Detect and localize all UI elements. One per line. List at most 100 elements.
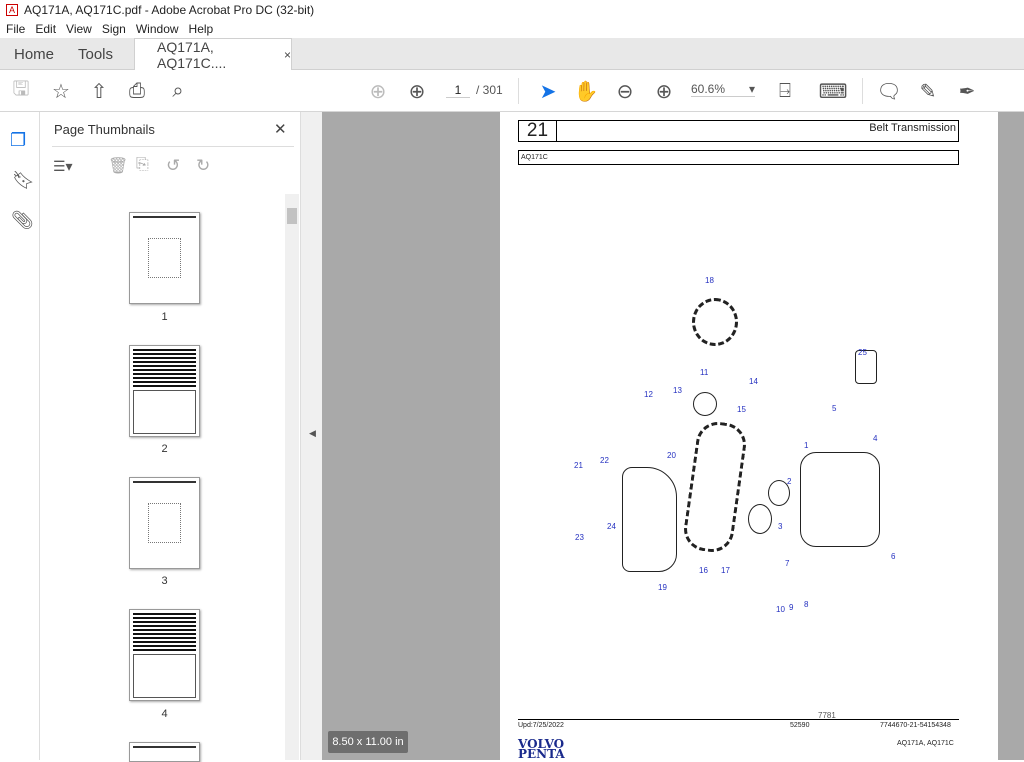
thumbnail-label: 1 (161, 311, 168, 323)
part-label: 21 (574, 461, 583, 470)
thumbnail-page-3[interactable] (129, 477, 200, 569)
previous-page-icon[interactable]: ⊕ (365, 78, 391, 104)
highlight-pen-icon[interactable]: ✎ (915, 78, 941, 104)
thumbnail-scrollbar[interactable] (285, 194, 299, 760)
acrobat-logo-icon: A (6, 4, 18, 16)
zoom-out-icon[interactable]: ⊖ (612, 78, 638, 104)
bookmark-icon[interactable]: 🔖︎ (12, 170, 35, 191)
pdf-page: 21 Belt Transmission AQ171C 18 25 11 12 … (500, 112, 998, 760)
part-label: 1 (804, 441, 809, 450)
hand-tool-icon[interactable]: ✋ (573, 78, 599, 104)
tensioner-part (693, 392, 717, 416)
part-label: 23 (575, 533, 584, 542)
part-label: 13 (673, 386, 682, 395)
part-label: 4 (873, 434, 878, 443)
print-icon[interactable]: ⎙ (124, 78, 150, 104)
menu-sign[interactable]: Sign (102, 22, 126, 36)
housing-part (800, 452, 880, 547)
part-label: 7 (785, 559, 790, 568)
thumbnail-label: 3 (161, 575, 168, 587)
left-navigation: ❐ 🔖︎ 📎︎ (0, 112, 40, 760)
search-icon[interactable]: ⌕ (165, 78, 191, 104)
tab-document-label: AQ171A, AQ171C.... (157, 39, 227, 71)
rotate-left-icon[interactable]: ↺ (166, 156, 180, 176)
menu-help[interactable]: Help (189, 22, 214, 36)
part-label: 24 (607, 522, 616, 531)
thumbnail-page-5[interactable] (129, 742, 200, 762)
window-title: AQ171A, AQ171C.pdf - Adobe Acrobat Pro D… (24, 3, 315, 17)
part-label: 17 (721, 566, 730, 575)
menu-view[interactable]: View (66, 22, 92, 36)
part-label: 25 (858, 348, 867, 357)
save-icon[interactable]: 🖫 (8, 78, 34, 104)
part-label: 5 (832, 404, 837, 413)
exploded-diagram: 18 25 11 12 13 14 15 5 1 4 20 21 22 2 24… (500, 112, 998, 760)
part-label: 15 (737, 405, 746, 414)
rotate-right-icon[interactable]: ↻ (196, 156, 210, 176)
zoom-in-icon[interactable]: ⊕ (651, 78, 677, 104)
tab-document[interactable]: AQ171A, AQ171C.... × (134, 38, 292, 71)
part-label: 16 (699, 566, 708, 575)
comment-icon[interactable]: 🗨 (876, 78, 902, 104)
page-fit-icon[interactable]: ⍈ (772, 78, 798, 104)
tab-close-button[interactable]: × (284, 48, 291, 62)
scroll-mode-icon[interactable]: ⌨ (819, 78, 848, 104)
models-footer: AQ171A, AQ171C (897, 740, 954, 747)
thumbnail-page-1[interactable] (129, 212, 200, 304)
chevron-down-icon: ▾ (748, 82, 755, 96)
tab-home[interactable]: Home (14, 38, 54, 70)
page-code: 52590 (790, 722, 810, 729)
zoom-dropdown[interactable]: 60.6% ▾ (691, 82, 755, 97)
part-label: 9 (789, 603, 794, 612)
thumbnail-page-4[interactable] (129, 609, 200, 701)
thumbnail-label: 2 (161, 443, 168, 455)
toolbar: 🖫 ☆ ⇧ ⎙ ⌕ ⊕ ⊕ 1 / 301 ➤ ✋ ⊖ ⊕ 60.6% ▾ ⍈ ⌨… (0, 70, 1024, 112)
collapse-arrow-icon[interactable]: ◀ (309, 428, 316, 439)
page-thumbnails-icon[interactable]: ❐ (10, 130, 26, 151)
cover-part (622, 467, 677, 572)
select-cursor-icon[interactable]: ➤ (535, 78, 561, 104)
part-label: 11 (700, 368, 709, 377)
part-label: 14 (749, 377, 758, 386)
panel-splitter[interactable]: ◀ (300, 112, 322, 760)
delete-page-icon[interactable]: 🗑︎ (108, 156, 128, 176)
next-page-icon[interactable]: ⊕ (404, 78, 430, 104)
thumbnail-label: 4 (161, 708, 168, 720)
part-label: 12 (644, 390, 653, 399)
upload-cloud-icon[interactable]: ⇧ (86, 78, 112, 104)
menu-window[interactable]: Window (136, 22, 179, 36)
page-size-tooltip: 8.50 x 11.00 in (328, 731, 408, 753)
part-label: 10 (776, 605, 785, 614)
part-label: 19 (658, 583, 667, 592)
page-number-input[interactable]: 1 (446, 83, 470, 98)
zoom-value: 60.6% (691, 82, 726, 96)
page-total: / 301 (476, 83, 503, 97)
close-panel-button[interactable]: ✕ (274, 120, 287, 138)
volvo-penta-logo: VOLVO PENTA (518, 737, 565, 761)
part-label: 22 (600, 456, 609, 465)
timing-belt-part (681, 419, 749, 555)
pulley-part (692, 298, 738, 346)
thumbnail-page-2[interactable] (129, 345, 200, 437)
part-label: 8 (804, 600, 809, 609)
scrollbar-thumb[interactable] (287, 208, 297, 224)
thumbnail-options-icon[interactable]: ☰▾ (53, 158, 73, 175)
reference-number: 7744670-21-54154348 (880, 722, 951, 729)
attachment-icon[interactable]: 📎︎ (11, 210, 34, 231)
part-label: 3 (778, 522, 783, 531)
menu-file[interactable]: File (6, 22, 25, 36)
tab-bar: Home Tools AQ171A, AQ171C.... × (0, 38, 1024, 71)
tab-tools[interactable]: Tools (78, 38, 113, 70)
menu-bar: File Edit View Sign Window Help (0, 20, 1024, 38)
title-bar: A AQ171A, AQ171C.pdf - Adobe Acrobat Pro… (0, 0, 1024, 20)
part-label: 20 (667, 451, 676, 460)
part-label: 6 (891, 552, 896, 561)
panel-title: Page Thumbnails (54, 122, 155, 137)
sign-icon[interactable]: ✒ (954, 78, 980, 104)
menu-edit[interactable]: Edit (35, 22, 56, 36)
part-label: 18 (705, 276, 714, 285)
star-icon[interactable]: ☆ (48, 78, 74, 104)
part-label: 2 (787, 477, 792, 486)
update-date: Upd:7/25/2022 (518, 722, 564, 729)
extract-page-icon[interactable]: ⎘ (136, 156, 149, 174)
